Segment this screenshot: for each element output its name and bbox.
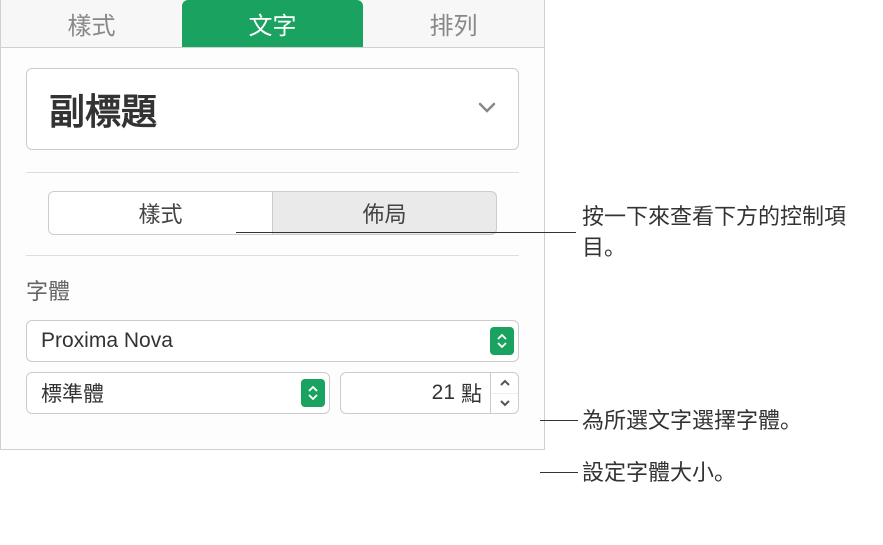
panel-content: 副標題 樣式 佈局 字體 Proxima Nova — [1, 48, 544, 449]
chevron-down-icon — [478, 100, 496, 118]
font-family-select[interactable]: Proxima Nova — [26, 320, 519, 362]
paragraph-style-label: 副標題 — [49, 83, 157, 135]
font-section-label: 字體 — [26, 274, 519, 306]
font-size-value: 21 — [341, 381, 461, 405]
tab-text-label: 文字 — [249, 6, 297, 41]
font-weight-value: 標準體 — [41, 378, 104, 408]
tab-arrange-label: 排列 — [430, 6, 478, 41]
font-size-unit: 點 — [461, 378, 490, 408]
tab-arrange[interactable]: 排列 — [363, 0, 544, 47]
font-size-field[interactable]: 21 點 — [340, 372, 519, 414]
callout-line — [540, 472, 578, 473]
divider — [26, 255, 519, 256]
font-weight-select[interactable]: 標準體 — [26, 372, 330, 414]
segment-style[interactable]: 樣式 — [49, 192, 273, 234]
callout-line — [236, 232, 576, 233]
font-family-value: Proxima Nova — [41, 329, 173, 353]
style-layout-segmented: 樣式 佈局 — [48, 191, 497, 235]
tab-style-label: 樣式 — [68, 6, 116, 41]
tab-text[interactable]: 文字 — [182, 0, 363, 47]
callout-click-controls: 按一下來查看下方的控制項目。 — [582, 202, 862, 264]
updown-icon — [301, 379, 325, 407]
segment-layout-label: 佈局 — [362, 197, 406, 229]
callout-choose-font: 為所選文字選擇字體。 — [582, 406, 802, 437]
font-size-stepper — [490, 373, 518, 413]
tabs: 樣式 文字 排列 — [1, 0, 544, 48]
segment-style-label: 樣式 — [138, 197, 182, 229]
segment-layout[interactable]: 佈局 — [273, 192, 496, 234]
callout-set-size: 設定字體大小。 — [582, 458, 736, 489]
paragraph-style-dropdown[interactable]: 副標題 — [26, 68, 519, 150]
stepper-up[interactable] — [491, 373, 518, 394]
updown-icon — [490, 327, 514, 355]
stepper-down[interactable] — [491, 394, 518, 414]
format-panel: 樣式 文字 排列 副標題 樣式 佈局 字體 Pr — [0, 0, 545, 450]
callout-line — [540, 420, 578, 421]
divider — [26, 172, 519, 173]
tab-style[interactable]: 樣式 — [1, 0, 182, 47]
